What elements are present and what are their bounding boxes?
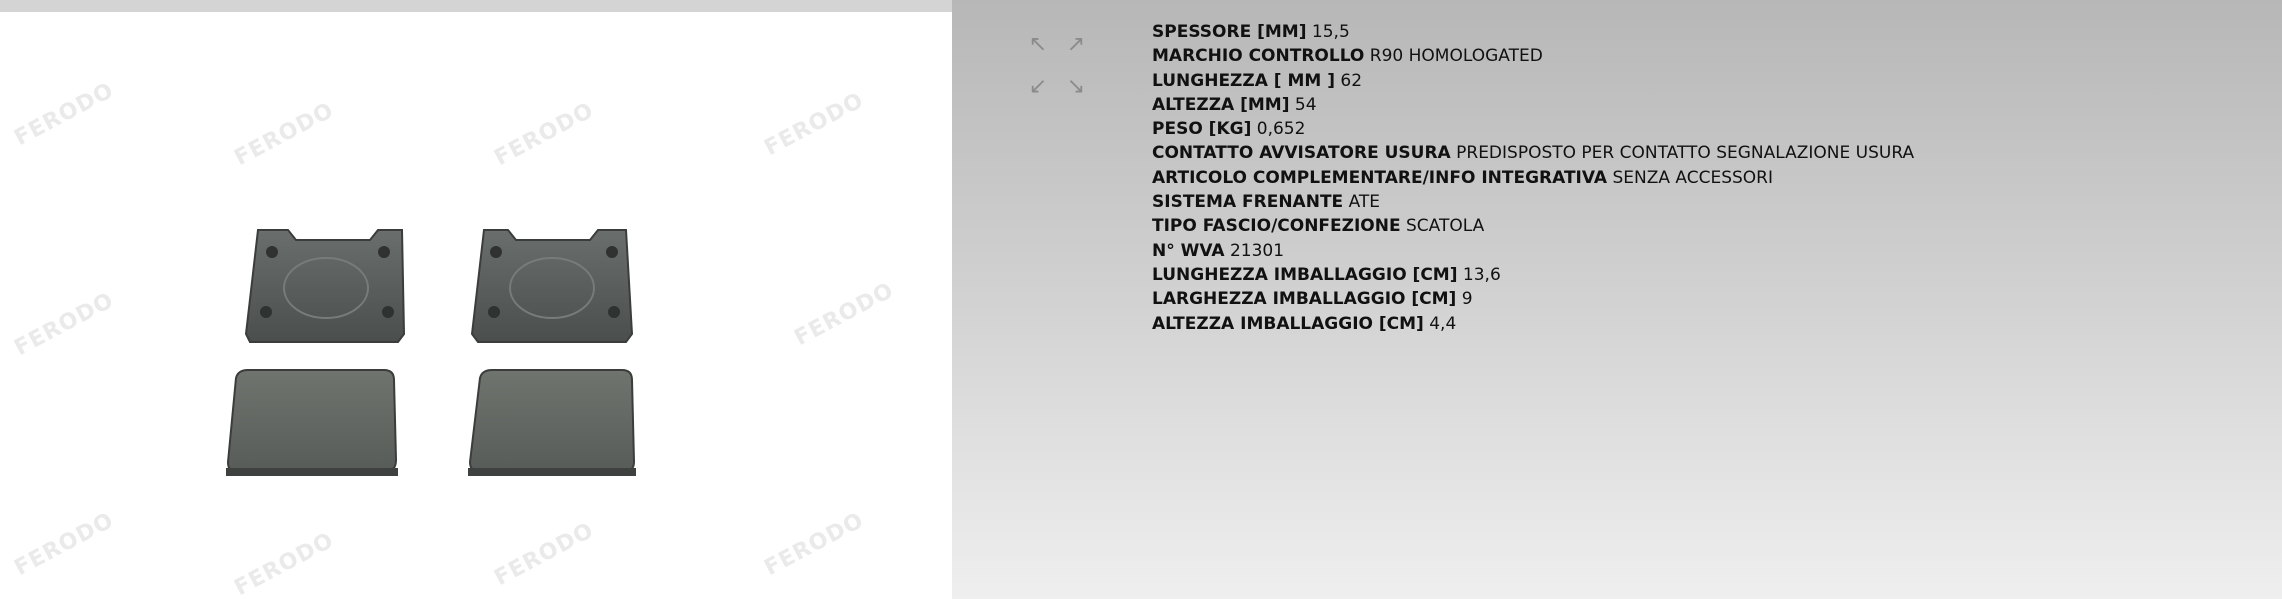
- spec-label: MARCHIO CONTROLLO: [1152, 46, 1365, 67]
- arrow-down-right-icon[interactable]: ↘: [1064, 74, 1088, 99]
- spec-value: 0,652: [1256, 119, 1306, 140]
- spec-value: 13,6: [1462, 264, 1501, 285]
- spec-label: LUNGHEZZA IMBALLAGGIO [CM]: [1152, 264, 1458, 285]
- spec-value: ATE: [1348, 192, 1380, 213]
- spec-label: PESO [KG]: [1152, 119, 1252, 140]
- spec-value: 15,5: [1311, 22, 1350, 42]
- spec-row: TIPO FASCIO/CONFEZIONE SCATOLA: [1152, 214, 1914, 238]
- spec-label: N° WVA: [1152, 240, 1225, 261]
- product-image-panel[interactable]: FERODO FERODO FERODO FERODO FERODO FEROD…: [0, 12, 952, 599]
- spec-row: ALTEZZA [MM] 54: [1152, 93, 1914, 117]
- brake-pads-image: [226, 229, 636, 476]
- spec-value: 54: [1294, 94, 1317, 115]
- spec-row: LUNGHEZZA [ MM ] 62: [1152, 69, 1914, 93]
- spec-label: ALTEZZA [MM]: [1152, 94, 1290, 115]
- spec-label: LARGHEZZA IMBALLAGGIO [CM]: [1152, 289, 1457, 310]
- spec-row: MARCHIO CONTROLLO R90 HOMOLOGATED: [1152, 44, 1914, 68]
- spec-value: SENZA ACCESSORI: [1612, 167, 1773, 188]
- brake-pad-backplate-left: [244, 229, 406, 343]
- spec-row: LUNGHEZZA IMBALLAGGIO [CM] 13,6: [1152, 263, 1914, 287]
- spec-value: PREDISPOSTO PER CONTATTO SEGNALAZIONE US…: [1456, 143, 1915, 164]
- spec-value: 62: [1340, 70, 1363, 91]
- spec-label: ARTICOLO COMPLEMENTARE/INFO INTEGRATIVA: [1152, 167, 1608, 188]
- spec-row: ALTEZZA IMBALLAGGIO [CM] 4,4: [1152, 312, 1914, 336]
- spec-label: TIPO FASCIO/CONFEZIONE: [1152, 216, 1401, 237]
- spec-value: 9: [1461, 289, 1473, 310]
- spec-row: SPESSORE [MM] 15,5: [1152, 20, 1914, 44]
- spec-value: 4,4: [1429, 313, 1457, 334]
- spec-value: 21301: [1229, 240, 1285, 261]
- spec-row: SISTEMA FRENANTE ATE: [1152, 190, 1914, 214]
- spec-label: ALTEZZA IMBALLAGGIO [CM]: [1152, 313, 1424, 334]
- spec-label: SISTEMA FRENANTE: [1152, 192, 1344, 213]
- arrow-down-left-icon[interactable]: ↙: [1026, 74, 1050, 99]
- spec-label: LUNGHEZZA [ MM ]: [1152, 70, 1335, 91]
- arrow-up-left-icon[interactable]: ↖: [1026, 32, 1050, 57]
- brake-pad-friction-right: [468, 369, 636, 476]
- arrow-up-right-icon[interactable]: ↗: [1064, 32, 1088, 57]
- brake-pad-friction-left: [226, 369, 398, 476]
- spec-row: ARTICOLO COMPLEMENTARE/INFO INTEGRATIVA …: [1152, 166, 1914, 190]
- spec-value: R90 HOMOLOGATED: [1369, 46, 1543, 67]
- product-specs-list: SPESSORE [MM] 15,5 MARCHIO CONTROLLO R90…: [1152, 20, 1914, 336]
- spec-row: PESO [KG] 0,652: [1152, 117, 1914, 141]
- spec-label: SPESSORE [MM]: [1152, 22, 1307, 42]
- brake-pad-backplate-right: [470, 229, 634, 343]
- spec-row: CONTATTO AVVISATORE USURA PREDISPOSTO PE…: [1152, 141, 1914, 165]
- spec-value: SCATOLA: [1406, 216, 1485, 237]
- top-bar: [0, 0, 952, 12]
- zoom-controls: ↖ ↗ ↙ ↘: [1024, 30, 1094, 100]
- spec-label: CONTATTO AVVISATORE USURA: [1152, 143, 1451, 164]
- spec-row: N° WVA 21301: [1152, 239, 1914, 263]
- spec-row: LARGHEZZA IMBALLAGGIO [CM] 9: [1152, 287, 1914, 311]
